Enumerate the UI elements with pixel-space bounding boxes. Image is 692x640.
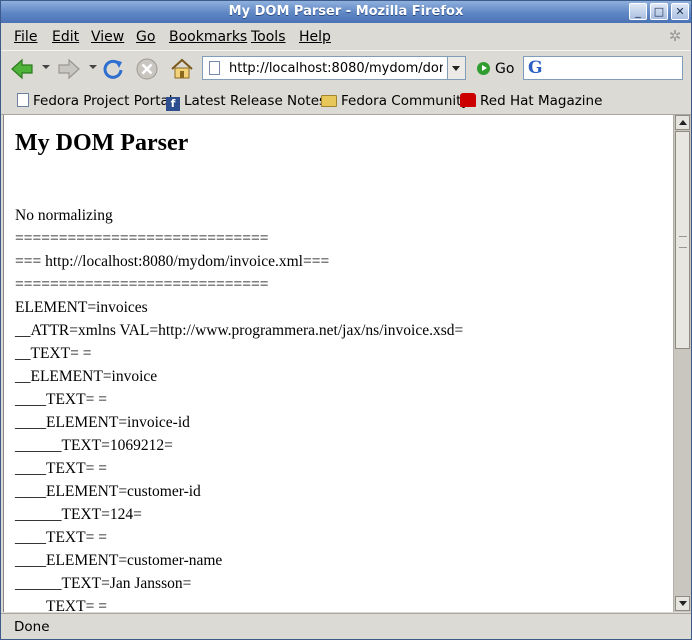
bookmark-fedora-community[interactable]: Fedora Community (321, 93, 469, 109)
output-line: No normalizing (15, 207, 113, 224)
menu-tools-label: Tools (251, 29, 286, 45)
browser-window: My DOM Parser - Mozilla Firefox _ □ ✕ Fi… (0, 0, 692, 640)
output-line: ______TEXT=Jan Jansson= (15, 575, 192, 592)
menu-bookmarks[interactable]: Bookmarks (169, 29, 247, 45)
menu-edit[interactable]: Edit (52, 29, 79, 45)
menu-file[interactable]: File (14, 29, 37, 45)
menu-go-label: Go (136, 29, 156, 45)
output-line: ______TEXT=1069212= (15, 437, 173, 454)
forward-dropdown-icon[interactable] (89, 65, 97, 69)
bookmark-label: Fedora Project Portal (33, 93, 173, 109)
status-text: Done (14, 619, 50, 635)
menu-help[interactable]: Help (299, 29, 331, 45)
bookmark-label: Latest Release Notes (184, 93, 327, 109)
status-bar: Done (1, 613, 691, 639)
output-line: ____TEXT= = (15, 598, 107, 612)
bookmark-label: Red Hat Magazine (480, 93, 603, 109)
page-icon (209, 61, 220, 75)
search-box[interactable]: G (523, 56, 683, 80)
navigation-toolbar: http://localhost:8080/mydom/dom?xml Go G (1, 50, 691, 88)
menu-bookmarks-label: Bookmarks (169, 29, 248, 45)
maximize-button[interactable]: □ (650, 3, 668, 20)
scrollbar-thumb[interactable] (675, 131, 690, 349)
back-dropdown-icon[interactable] (42, 65, 50, 69)
stop-icon[interactable] (134, 56, 160, 82)
page-icon (17, 93, 29, 107)
scrollbar-grip-icon (679, 236, 687, 248)
output-line: === http://localhost:8080/mydom/invoice.… (15, 253, 330, 270)
output-line: ____TEXT= = (15, 529, 107, 546)
output-line: ============================= (15, 276, 269, 293)
minimize-button[interactable]: _ (629, 3, 647, 20)
bookmarks-toolbar: Fedora Project Portal f Latest Release No… (1, 87, 691, 115)
output-line: ____TEXT= = (15, 460, 107, 477)
menu-file-label: File (14, 29, 38, 45)
parser-output: No normalizing =========================… (15, 207, 463, 612)
redhat-icon (460, 93, 476, 107)
go-label: Go (495, 61, 515, 77)
menu-edit-label: Edit (52, 29, 80, 45)
menu-go[interactable]: Go (136, 29, 155, 45)
output-line: ____TEXT= = (15, 391, 107, 408)
menu-bar: File Edit View Go Bookmarks Tools Help ✲ (1, 24, 691, 49)
page-content: My DOM Parser No normalizing ===========… (3, 115, 674, 612)
output-line: ______TEXT=124= (15, 506, 142, 523)
menu-help-label: Help (299, 29, 331, 45)
scroll-down-button[interactable] (675, 596, 690, 611)
back-arrow-icon[interactable] (9, 56, 35, 82)
output-line: ELEMENT=invoices (15, 299, 148, 316)
bookmark-red-hat-magazine[interactable]: Red Hat Magazine (460, 93, 602, 109)
output-line: __TEXT= = (15, 345, 92, 362)
window-title: My DOM Parser - Mozilla Firefox (228, 4, 464, 19)
url-text: http://localhost:8080/mydom/dom?xml (229, 61, 443, 76)
throbber-icon: ✲ (668, 27, 682, 45)
bookmark-fedora-project-portal[interactable]: Fedora Project Portal (17, 93, 173, 109)
output-line: ____ELEMENT=customer-id (15, 483, 201, 500)
vertical-scrollbar[interactable] (673, 115, 691, 612)
output-line: ____ELEMENT=customer-name (15, 552, 223, 569)
google-search-icon[interactable]: G (528, 58, 543, 78)
bookmark-label: Fedora Community (341, 93, 470, 109)
home-icon[interactable] (169, 56, 195, 82)
title-bar[interactable]: My DOM Parser - Mozilla Firefox _ □ ✕ (1, 1, 691, 23)
scroll-up-button[interactable] (675, 115, 690, 130)
output-line: __ATTR=xmlns VAL=http://www.programmera.… (15, 322, 464, 339)
menu-view-label: View (91, 29, 125, 45)
output-line: ============================= (15, 230, 269, 247)
folder-icon (321, 95, 337, 107)
page-title: My DOM Parser (15, 130, 189, 156)
bookmark-latest-release-notes[interactable]: f Latest Release Notes (166, 93, 326, 111)
go-icon (477, 62, 490, 75)
url-bar[interactable]: http://localhost:8080/mydom/dom?xml (202, 56, 466, 80)
output-line: __ELEMENT=invoice (15, 368, 158, 385)
menu-view[interactable]: View (91, 29, 124, 45)
reload-icon[interactable] (100, 56, 126, 82)
close-button[interactable]: ✕ (671, 3, 689, 20)
go-button[interactable]: Go (477, 61, 514, 77)
forward-arrow-icon[interactable] (56, 56, 82, 82)
menu-tools[interactable]: Tools (251, 29, 286, 45)
fedora-icon: f (166, 97, 180, 111)
url-dropdown-button[interactable] (447, 57, 465, 79)
output-line: ____ELEMENT=invoice-id (15, 414, 190, 431)
